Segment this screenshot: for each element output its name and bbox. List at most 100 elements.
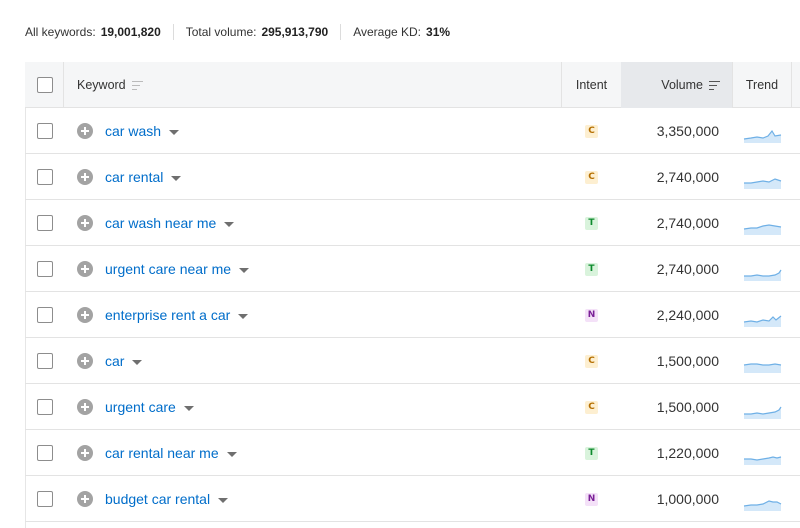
chevron-down-icon[interactable]: [224, 221, 235, 227]
row-checkbox-cell: [37, 246, 53, 292]
keyword-link[interactable]: car: [105, 353, 124, 369]
keyword-link[interactable]: car wash: [105, 123, 161, 139]
select-all-checkbox[interactable]: [37, 77, 53, 93]
chevron-down-icon[interactable]: [239, 267, 250, 273]
all-keywords-value: 19,001,820: [100, 25, 161, 39]
trend-cell: [743, 246, 783, 292]
intent-badge[interactable]: C: [585, 170, 598, 184]
column-header-keyword[interactable]: Keyword: [77, 62, 143, 108]
select-all-cell: [37, 62, 53, 108]
row-checkbox-cell: [37, 430, 53, 476]
add-keyword-icon[interactable]: [77, 353, 93, 369]
keyword-column-label: Keyword: [77, 78, 126, 92]
trend-sparkline-icon: [744, 406, 782, 419]
intent-badge[interactable]: N: [585, 492, 598, 506]
row-checkbox-cell: [37, 108, 53, 154]
add-keyword-icon[interactable]: [77, 307, 93, 323]
keyword-link[interactable]: urgent care: [105, 399, 176, 415]
volume-cell: 1,000,000: [621, 476, 732, 522]
intent-badge[interactable]: T: [585, 446, 598, 460]
add-keyword-icon[interactable]: [77, 123, 93, 139]
column-header-intent[interactable]: Intent: [562, 62, 621, 108]
all-keywords-label: All keywords:: [25, 25, 96, 39]
intent-cell: N: [562, 292, 621, 338]
volume-cell: 2,740,000: [621, 200, 732, 246]
trend-cell: [743, 338, 783, 384]
volume-value: 1,220,000: [656, 445, 719, 461]
add-keyword-icon[interactable]: [77, 491, 93, 507]
table-row: enterprise rent a car N 2,240,000: [25, 292, 800, 338]
intent-column-label: Intent: [575, 78, 608, 92]
keyword-link[interactable]: car wash near me: [105, 215, 216, 231]
keyword-link[interactable]: budget car rental: [105, 491, 210, 507]
intent-cell: N: [562, 476, 621, 522]
volume-cell: 2,240,000: [621, 292, 732, 338]
row-checkbox[interactable]: [37, 123, 53, 139]
keyword-cell: urgent care: [77, 384, 194, 430]
row-checkbox[interactable]: [37, 445, 53, 461]
intent-badge[interactable]: N: [585, 308, 598, 322]
row-checkbox-cell: [37, 292, 53, 338]
intent-badge[interactable]: T: [585, 262, 598, 276]
add-keyword-icon[interactable]: [77, 261, 93, 277]
total-volume-stat: Total volume: 295,913,790: [186, 25, 328, 39]
row-checkbox[interactable]: [37, 215, 53, 231]
trend-sparkline-icon: [743, 224, 782, 235]
chevron-down-icon[interactable]: [226, 451, 237, 457]
keyword-cell: car wash near me: [77, 200, 235, 246]
trend-cell: [743, 200, 783, 246]
sort-icon[interactable]: [131, 80, 143, 90]
table-row: budget car rental N 1,000,000: [25, 476, 800, 522]
chevron-down-icon[interactable]: [132, 359, 143, 365]
chevron-down-icon[interactable]: [183, 405, 194, 411]
intent-badge[interactable]: C: [585, 400, 598, 414]
all-keywords-stat: All keywords: 19,001,820: [25, 25, 161, 39]
trend-sparkline-icon: [743, 363, 782, 373]
row-checkbox[interactable]: [37, 307, 53, 323]
chevron-down-icon[interactable]: [238, 313, 249, 319]
volume-cell: 2,740,000: [621, 246, 732, 292]
volume-cell: 1,500,000: [621, 384, 732, 430]
intent-cell: T: [562, 246, 621, 292]
average-kd-stat: Average KD: 31%: [353, 25, 450, 39]
volume-value: 2,740,000: [656, 169, 719, 185]
keyword-link[interactable]: urgent care near me: [105, 261, 231, 277]
chevron-down-icon[interactable]: [171, 175, 182, 181]
table-header: Keyword Intent Volume Trend: [25, 62, 800, 108]
add-keyword-icon[interactable]: [77, 215, 93, 231]
volume-value: 1,500,000: [656, 399, 719, 415]
trend-cell: [743, 476, 783, 522]
row-checkbox[interactable]: [37, 399, 53, 415]
intent-badge[interactable]: C: [585, 124, 598, 138]
keyword-cell: enterprise rent a car: [77, 292, 249, 338]
trend-cell: [743, 154, 783, 200]
intent-badge[interactable]: T: [585, 216, 598, 230]
add-keyword-icon[interactable]: [77, 445, 93, 461]
sort-descending-icon[interactable]: [709, 80, 720, 90]
keyword-cell: budget car rental: [77, 476, 229, 522]
keyword-link[interactable]: car rental: [105, 169, 163, 185]
chevron-down-icon[interactable]: [218, 497, 229, 503]
trend-cell: [743, 430, 783, 476]
add-keyword-icon[interactable]: [77, 399, 93, 415]
volume-value: 3,350,000: [656, 123, 719, 139]
keyword-link[interactable]: enterprise rent a car: [105, 307, 230, 323]
row-checkbox[interactable]: [37, 353, 53, 369]
trend-sparkline-icon: [743, 500, 782, 511]
row-checkbox[interactable]: [37, 491, 53, 507]
trend-sparkline-icon: [744, 456, 782, 465]
trend-sparkline-icon: [744, 178, 782, 189]
trend-column-label: Trend: [745, 78, 779, 92]
row-checkbox[interactable]: [37, 261, 53, 277]
row-checkbox[interactable]: [37, 169, 53, 185]
add-keyword-icon[interactable]: [77, 169, 93, 185]
volume-value: 2,740,000: [656, 261, 719, 277]
intent-badge[interactable]: C: [585, 354, 598, 368]
average-kd-label: Average KD:: [353, 25, 422, 39]
chevron-down-icon[interactable]: [169, 129, 180, 135]
volume-value: 1,000,000: [656, 491, 719, 507]
column-header-volume[interactable]: Volume: [621, 62, 732, 108]
column-header-trend[interactable]: Trend: [733, 62, 791, 108]
keyword-link[interactable]: car rental near me: [105, 445, 219, 461]
volume-value: 2,240,000: [656, 307, 719, 323]
